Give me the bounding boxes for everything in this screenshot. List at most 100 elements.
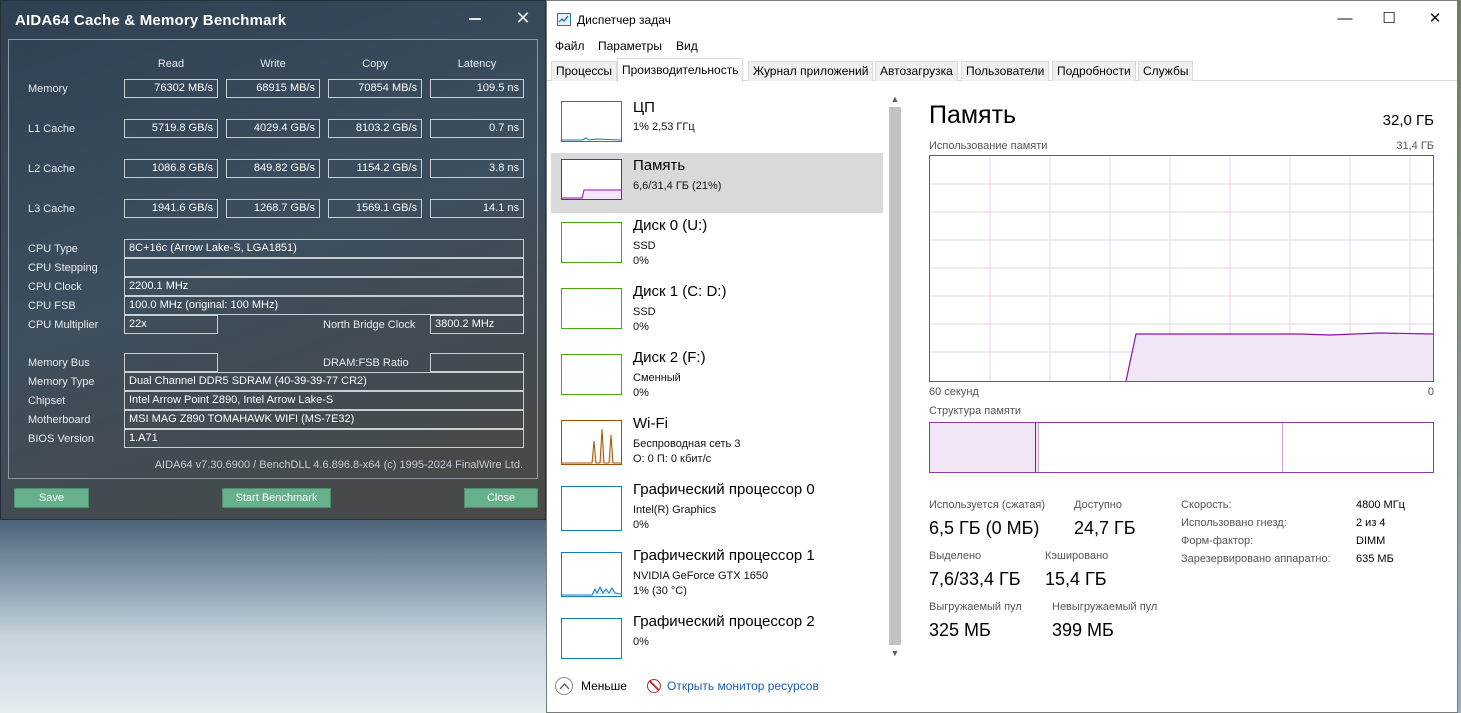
memory-bus-value bbox=[124, 353, 218, 372]
memory-usage-area bbox=[1126, 334, 1433, 381]
l2-read-value: 1086.8 GB/s bbox=[124, 159, 218, 178]
scrollbar-thumb[interactable] bbox=[889, 107, 901, 645]
scroll-up-icon[interactable]: ▲ bbox=[887, 93, 903, 105]
row-label-memory: Memory bbox=[28, 83, 68, 95]
list-item-gpu-1[interactable]: Графический процессор 1 NVIDIA GeForce G… bbox=[551, 543, 883, 603]
desktop-background-lake bbox=[0, 520, 548, 713]
menu-options[interactable]: Параметры bbox=[598, 39, 662, 53]
resource-list: ЦП 1% 2,53 ГГц Память 6,6/31,4 ГБ (21%) … bbox=[551, 89, 883, 659]
paged-pool-value: 325 МБ bbox=[929, 620, 991, 640]
form-factor-value: DIMM bbox=[1356, 535, 1386, 547]
memory-type-label: Memory Type bbox=[28, 376, 95, 388]
list-item-wifi[interactable]: Wi-Fi Беспроводная сеть 3 О: 0 П: 0 кбит… bbox=[551, 411, 883, 471]
l1-read-value: 5719.8 GB/s bbox=[124, 119, 218, 138]
col-header-latency: Latency bbox=[457, 58, 497, 70]
item-name: Графический процессор 0 bbox=[633, 481, 815, 498]
start-benchmark-button[interactable]: Start Benchmark bbox=[222, 488, 331, 508]
tab-services[interactable]: Службы bbox=[1138, 61, 1194, 81]
tab-processes[interactable]: Процессы bbox=[551, 61, 618, 81]
memory-read-value: 76302 MB/s bbox=[124, 79, 218, 98]
memory-type-value: Dual Channel DDR5 SDRAM (40-39-39-77 CR2… bbox=[124, 372, 524, 391]
speed-value: 4800 МГц bbox=[1356, 499, 1405, 511]
row-label-l1: L1 Cache bbox=[28, 123, 76, 135]
available-value: 24,7 ГБ bbox=[1074, 518, 1136, 538]
motherboard-value: MSI MAG Z890 TOMAHAWK WIFI (MS-7E32) bbox=[124, 410, 524, 429]
cpu-stepping-label: CPU Stepping bbox=[28, 262, 98, 274]
list-item-disk-2[interactable]: Диск 2 (F:) Сменный 0% bbox=[551, 345, 883, 405]
memory-usage-label: Использование памяти bbox=[929, 140, 1048, 152]
disk-0-thumbnail-graph bbox=[561, 222, 622, 263]
cpu-type-label: CPU Type bbox=[28, 243, 78, 255]
chevron-up-icon[interactable] bbox=[555, 677, 573, 695]
aida64-window: AIDA64 Cache & Memory Benchmark ✕ Read W… bbox=[0, 0, 546, 520]
composition-modified bbox=[1036, 423, 1039, 472]
scroll-down-icon[interactable]: ▼ bbox=[887, 647, 903, 659]
item-model: Intel(R) Graphics bbox=[633, 504, 717, 516]
cached-label: Кэшировано bbox=[1045, 550, 1109, 562]
l2-latency-value: 3.8 ns bbox=[430, 159, 524, 178]
item-model: NVIDIA GeForce GTX 1650 bbox=[633, 570, 769, 582]
l3-write-value: 1268.7 GB/s bbox=[226, 199, 320, 218]
non-paged-pool-value: 399 МБ bbox=[1052, 620, 1114, 640]
title-bar[interactable]: Диспетчер задач — ☐ ✕ bbox=[547, 1, 1457, 37]
item-detail: 6,6/31,4 ГБ (21%) bbox=[633, 180, 722, 192]
minimize-icon[interactable]: — bbox=[1335, 9, 1355, 29]
tab-performance[interactable]: Производительность bbox=[617, 58, 744, 82]
list-item-disk-0[interactable]: Диск 0 (U:) SSD 0% bbox=[551, 213, 883, 273]
tab-bar: Процессы Производительность Журнал прило… bbox=[547, 57, 1457, 82]
memory-thumbnail-graph bbox=[561, 159, 622, 200]
list-item-cpu[interactable]: ЦП 1% 2,53 ГГц bbox=[551, 95, 883, 155]
motherboard-label: Motherboard bbox=[28, 414, 91, 426]
fewer-details-button[interactable]: Меньше bbox=[581, 679, 627, 693]
save-button[interactable]: Save bbox=[14, 488, 89, 508]
tab-details[interactable]: Подробности bbox=[1052, 61, 1136, 81]
list-scrollbar[interactable]: ▲ ▼ bbox=[887, 93, 903, 661]
tab-startup[interactable]: Автозагрузка bbox=[875, 61, 958, 81]
l1-write-value: 4029.4 GB/s bbox=[226, 119, 320, 138]
tab-users[interactable]: Пользователи bbox=[961, 61, 1050, 81]
menu-file[interactable]: Файл bbox=[555, 39, 585, 53]
cpu-fsb-label: CPU FSB bbox=[28, 300, 76, 312]
memory-copy-value: 70854 MB/s bbox=[328, 79, 422, 98]
open-resource-monitor-link[interactable]: Открыть монитор ресурсов bbox=[667, 679, 819, 693]
cpu-clock-value: 2200.1 MHz bbox=[124, 277, 524, 296]
maximize-icon[interactable]: ☐ bbox=[1379, 9, 1399, 29]
item-usage: 0% bbox=[633, 636, 649, 648]
minimize-button[interactable] bbox=[469, 11, 483, 25]
memory-structure-label: Структура памяти bbox=[929, 405, 1022, 417]
item-name: Графический процессор 1 bbox=[633, 547, 815, 564]
aida-close-icon[interactable]: ✕ bbox=[513, 8, 533, 28]
list-item-memory[interactable]: Память 6,6/31,4 ГБ (21%) bbox=[551, 153, 883, 213]
gpu-1-thumbnail-graph bbox=[561, 552, 622, 597]
resource-monitor-icon[interactable] bbox=[647, 679, 661, 693]
item-name: Графический процессор 2 bbox=[633, 613, 815, 630]
memory-composition-bar bbox=[929, 422, 1434, 473]
l2-write-value: 849.82 GB/s bbox=[226, 159, 320, 178]
disk-2-thumbnail-graph bbox=[561, 354, 622, 395]
list-item-gpu-2[interactable]: Графический процессор 2 0% bbox=[551, 609, 883, 659]
item-name: Диск 2 (F:) bbox=[633, 349, 706, 366]
slots-used-value: 2 из 4 bbox=[1356, 517, 1386, 529]
cpu-type-value: 8C+16c (Arrow Lake-S, LGA1851) bbox=[124, 239, 524, 258]
close-icon[interactable]: ✕ bbox=[1425, 9, 1445, 29]
l1-latency-value: 0.7 ns bbox=[430, 119, 524, 138]
cpu-fsb-value: 100.0 MHz (original: 100 MHz) bbox=[124, 296, 524, 315]
hardware-reserved-value: 635 МБ bbox=[1356, 553, 1394, 565]
north-bridge-clock-value: 3800.2 MHz bbox=[430, 315, 524, 334]
list-item-gpu-0[interactable]: Графический процессор 0 Intel(R) Graphic… bbox=[551, 477, 883, 537]
wifi-thumbnail-graph bbox=[561, 420, 622, 465]
non-paged-pool-label: Невыгружаемый пул bbox=[1052, 601, 1158, 613]
composition-standby-divider bbox=[1282, 423, 1283, 472]
in-use-label: Используется (сжатая) bbox=[929, 499, 1046, 511]
bios-version-value: 1.A71 bbox=[124, 429, 524, 448]
cpu-multiplier-label: CPU Multiplier bbox=[28, 319, 99, 331]
close-button[interactable]: Close bbox=[464, 488, 538, 508]
list-item-disk-1[interactable]: Диск 1 (C: D:) SSD 0% bbox=[551, 279, 883, 339]
tab-app-history[interactable]: Журнал приложений bbox=[748, 61, 874, 81]
menu-bar: Файл Параметры Вид bbox=[547, 37, 1457, 57]
committed-value: 7,6/33,4 ГБ bbox=[929, 569, 1021, 589]
memory-heading: Память bbox=[929, 101, 1017, 129]
menu-view[interactable]: Вид bbox=[676, 39, 698, 53]
graph-time-right: 0 bbox=[1427, 386, 1434, 398]
memory-total: 32,0 ГБ bbox=[1382, 112, 1434, 129]
